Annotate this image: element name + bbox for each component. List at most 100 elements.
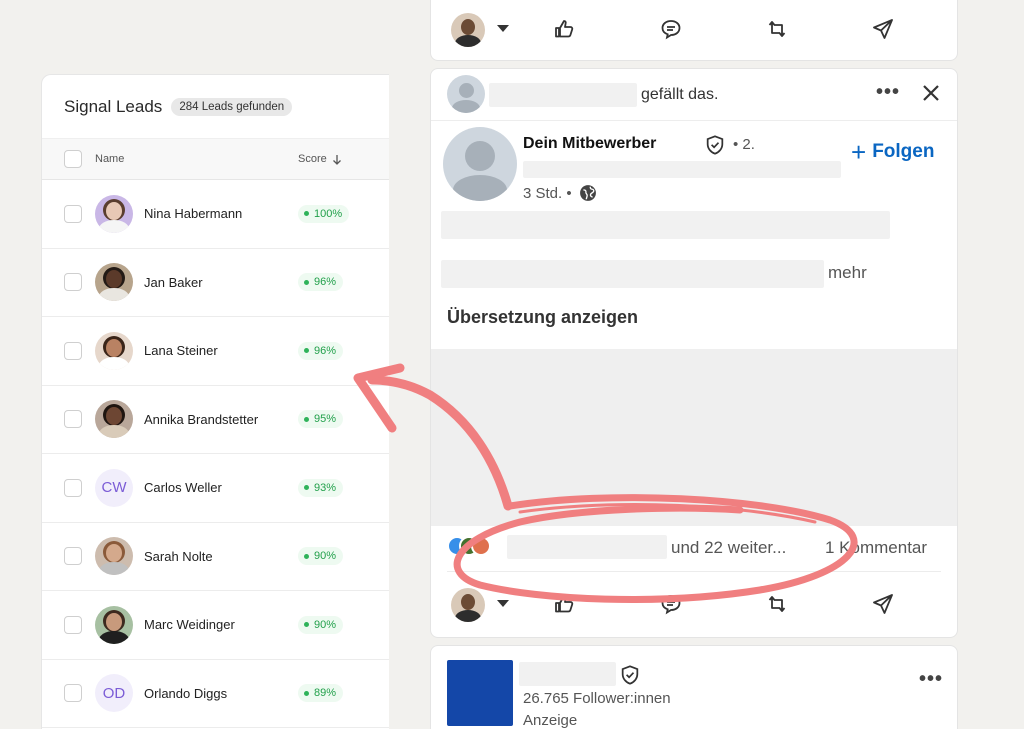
repost-icon[interactable] [765,17,789,41]
score-badge: 89% [298,684,344,703]
verified-shield-icon [704,134,726,156]
sort-down-icon [332,154,341,165]
liker-avatar[interactable] [447,75,485,113]
table-row[interactable]: Nina Habermann 100% [42,180,389,249]
status-dot-icon [304,211,309,217]
avatar [95,400,133,439]
score-value: 93% [314,481,337,494]
avatar [95,605,133,644]
redacted-reactor-names [507,535,667,559]
more-options-icon[interactable]: ••• [919,668,943,691]
chevron-down-icon[interactable] [497,25,509,32]
score-badge: 96% [298,341,344,360]
post-time-text: 3 Std. • [523,184,572,202]
show-translation-link[interactable]: Übersetzung anzeigen [447,307,638,328]
status-dot-icon [304,553,309,559]
connection-degree: • 2. [733,136,755,153]
avatar [95,194,133,233]
heart-reaction-icon [471,536,491,556]
score-value: 95% [314,413,337,426]
score-value: 89% [314,687,337,700]
post-media[interactable] [431,349,957,526]
post-action-bar [431,584,957,624]
lead-name[interactable]: Jan Baker [144,275,203,290]
sponsored-post-card: 26.765 Follower:innen Anzeige ••• [430,645,958,729]
like-icon[interactable] [553,592,577,616]
redacted-post-line-1 [441,211,890,239]
comment-icon[interactable] [659,592,683,616]
table-row[interactable]: Annika Brandstetter 95% [42,386,389,454]
score-value: 90% [314,550,337,563]
sponsored-label: Anzeige [523,712,578,729]
table-row[interactable]: CW Carlos Weller 93% [42,454,389,523]
redacted-post-line-2 [441,260,824,288]
like-icon[interactable] [553,17,577,41]
follower-count: 26.765 Follower:innen [523,690,671,707]
divider [447,571,941,572]
score-value: 90% [314,618,337,631]
row-checkbox[interactable] [64,410,82,429]
score-value: 100% [314,207,343,220]
reactions-count[interactable]: und 22 weiter... [671,538,786,558]
close-icon[interactable] [919,81,943,105]
status-dot-icon [304,690,309,696]
panel-title: Signal Leads [64,96,163,116]
signal-leads-panel: Signal Leads 284 Leads gefunden Name Sco… [41,74,389,729]
score-value: 96% [314,276,337,289]
avatar [95,263,133,302]
comment-icon[interactable] [659,17,683,41]
row-checkbox[interactable] [64,684,82,703]
leads-header: Signal Leads 284 Leads gefunden [42,75,389,138]
lead-name[interactable]: Sarah Nolte [144,549,213,564]
score-badge: 96% [298,273,344,292]
lead-name[interactable]: Nina Habermann [144,206,242,221]
table-row[interactable]: Jan Baker 96% [42,249,389,317]
leads-table-body: Nina Habermann 100% Jan Baker 96% Lana Stein… [42,180,389,728]
row-checkbox[interactable] [64,478,82,497]
lead-name[interactable]: Orlando Diggs [144,686,227,701]
leads-count-badge: 284 Leads gefunden [171,97,293,116]
chevron-down-icon[interactable] [497,600,509,607]
author-name[interactable]: Dein Mitbewerber [523,135,656,153]
status-dot-icon [304,348,309,354]
lead-name[interactable]: Carlos Weller [144,480,222,495]
see-more-link[interactable]: mehr [828,263,867,283]
row-checkbox[interactable] [64,547,82,566]
reaction-icons[interactable] [447,536,497,558]
column-header-score[interactable]: Score [298,153,342,165]
table-row[interactable]: Lana Steiner 96% [42,317,389,386]
avatar: CW [95,468,133,507]
row-checkbox[interactable] [64,204,82,223]
follow-label: Folgen [872,141,935,162]
send-icon[interactable] [871,592,895,616]
avatar [95,331,133,370]
author-avatar[interactable] [443,127,517,201]
table-row[interactable]: Sarah Nolte 90% [42,523,389,591]
follow-button[interactable]: + Folgen [851,137,935,167]
select-all-checkbox[interactable] [64,150,82,168]
company-logo[interactable] [447,660,513,726]
more-options-icon[interactable]: ••• [876,81,900,104]
competitor-post-card: gefällt das. ••• Dein Mitbewerber • 2. +… [430,68,958,638]
send-icon[interactable] [871,17,895,41]
table-row[interactable]: OD Orlando Diggs 89% [42,660,389,728]
lead-name[interactable]: Lana Steiner [144,343,218,358]
plus-icon: + [851,137,867,167]
previous-post-card [430,0,958,61]
lead-name[interactable]: Annika Brandstetter [144,412,258,427]
comments-count[interactable]: 1 Kommentar [825,538,927,558]
status-dot-icon [304,416,309,422]
score-badge: 95% [298,410,344,429]
lead-name[interactable]: Marc Weidinger [144,617,235,632]
repost-icon[interactable] [765,592,789,616]
column-header-name[interactable]: Name [95,153,124,165]
actor-avatar[interactable] [451,588,485,622]
score-badge: 90% [298,547,344,566]
status-dot-icon [304,279,309,285]
row-checkbox[interactable] [64,615,82,634]
score-value: 96% [314,344,337,357]
actor-avatar[interactable] [451,13,485,47]
row-checkbox[interactable] [64,341,82,360]
row-checkbox[interactable] [64,273,82,292]
table-row[interactable]: Marc Weidinger 90% [42,591,389,660]
